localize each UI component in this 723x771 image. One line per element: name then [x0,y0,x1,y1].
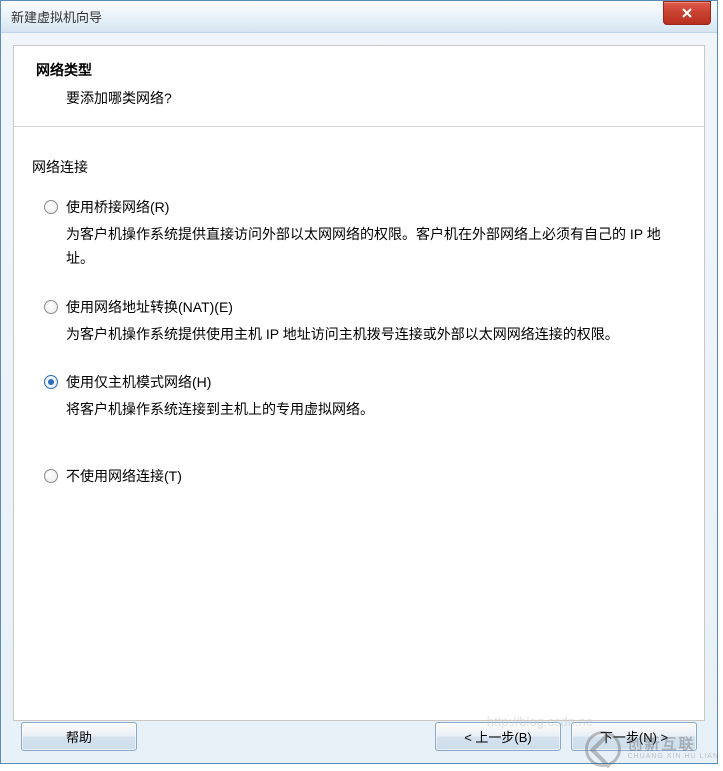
group-label: 网络连接 [32,157,686,177]
page-subtitle: 要添加哪类网络? [36,88,682,108]
radio-bridged[interactable] [44,200,58,214]
radio-nat[interactable] [44,300,58,314]
radio-nat-label[interactable]: 使用网络地址转换(NAT)(E) [66,297,233,317]
option-bridged[interactable]: 使用桥接网络(R) [32,197,686,217]
option-nat[interactable]: 使用网络地址转换(NAT)(E) [32,297,686,317]
radio-bridged-label[interactable]: 使用桥接网络(R) [66,197,169,217]
radio-nat-description: 为客户机操作系统提供使用主机 IP 地址访问主机拨号连接或外部以太网网络连接的权… [32,323,672,347]
radio-hostonly-description: 将客户机操作系统连接到主机上的专用虚拟网络。 [32,398,672,422]
content-area: 网络类型 要添加哪类网络? 网络连接 使用桥接网络(R) 为客户机操作系统提供直… [13,45,705,721]
close-button[interactable] [663,1,711,25]
radio-none-label[interactable]: 不使用网络连接(T) [66,466,182,486]
radio-bridged-description: 为客户机操作系统提供直接访问外部以太网网络的权限。客户机在外部网络上必须有自己的… [32,223,672,271]
titlebar: 新建虚拟机向导 [1,1,717,33]
button-bar: 帮助 < 上一步(B) 下一步(N) > [13,722,705,751]
next-button[interactable]: 下一步(N) > [571,722,697,751]
radio-hostonly[interactable] [44,375,58,389]
header-section: 网络类型 要添加哪类网络? [14,46,704,127]
prev-button[interactable]: < 上一步(B) [435,722,561,751]
option-none[interactable]: 不使用网络连接(T) [32,466,686,486]
wizard-window: 新建虚拟机向导 网络类型 要添加哪类网络? 网络连接 使用桥接网络(R) 为客户… [0,0,718,764]
radio-none[interactable] [44,469,58,483]
option-hostonly[interactable]: 使用仅主机模式网络(H) [32,372,686,392]
window-title: 新建虚拟机向导 [11,7,102,26]
help-button[interactable]: 帮助 [21,722,137,751]
radio-hostonly-label[interactable]: 使用仅主机模式网络(H) [66,372,211,392]
body-section: 网络连接 使用桥接网络(R) 为客户机操作系统提供直接访问外部以太网网络的权限。… [14,127,704,510]
close-icon [681,7,693,19]
page-title: 网络类型 [36,60,682,80]
